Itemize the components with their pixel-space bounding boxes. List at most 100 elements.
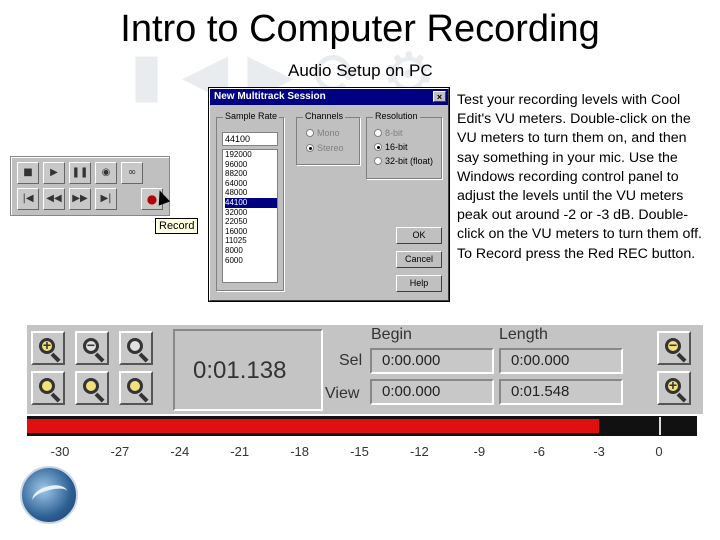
record-tooltip: Record — [155, 218, 199, 234]
transport-controls: ■ ▶ ❚❚ ◉ ∞ |◀ ◀◀ ▶▶ ▶| ● — [10, 156, 170, 216]
mono-label: Mono — [317, 128, 340, 138]
minus-glyph-icon: − — [668, 337, 678, 353]
handle-shape — [94, 352, 105, 363]
help-button[interactable]: Help — [396, 275, 442, 292]
8-bit-label: 8-bit — [385, 128, 403, 138]
radio-indicator — [374, 129, 382, 137]
sample-rate-option[interactable]: 48000 — [225, 188, 277, 198]
sel-length-field[interactable]: 0:00.000 — [499, 348, 623, 374]
channels-group: Channels — [296, 111, 360, 165]
vu-meter-tick: 0 — [655, 444, 663, 459]
time-display-panel: 0:01.138 — [173, 329, 323, 411]
zoom-in-vertical-icon[interactable]: + — [657, 371, 691, 405]
vu-meter-level — [27, 419, 600, 433]
sample-rate-option[interactable]: 6000 — [225, 256, 277, 266]
rewind-icon[interactable]: ◀◀ — [43, 188, 65, 210]
vu-meter-tick: -21 — [230, 444, 250, 459]
sample-rate-label: Sample Rate — [223, 111, 280, 121]
pause-icon[interactable]: ❚❚ — [69, 162, 91, 184]
cool-edit-logo — [20, 466, 78, 524]
handle-shape — [676, 392, 687, 403]
vu-meter-tick: -6 — [533, 444, 545, 459]
zoom-to-right-icon[interactable] — [119, 371, 153, 405]
instructions-text: Test your recording levels with Cool Edi… — [457, 92, 702, 262]
vu-meter-tick: -30 — [50, 444, 70, 459]
cancel-button[interactable]: Cancel — [396, 251, 442, 268]
vu-meter[interactable] — [27, 416, 697, 436]
plus-glyph-icon: + — [42, 337, 52, 353]
close-icon[interactable]: × — [433, 91, 446, 102]
resolution-label: Resolution — [373, 111, 420, 121]
16-bit-radio[interactable]: 16-bit — [374, 142, 408, 152]
view-label: View — [325, 385, 360, 402]
sample-rate-option[interactable]: 32000 — [225, 208, 277, 218]
vu-meter-tick: -3 — [593, 444, 605, 459]
radio-indicator — [306, 129, 314, 137]
slide-title: Intro to Computer Recording — [120, 8, 600, 50]
vu-meter-tick: -9 — [473, 444, 486, 459]
sample-rate-option[interactable]: 11025 — [225, 236, 277, 246]
zoom-in-icon[interactable]: + — [31, 331, 65, 365]
vu-meter-tick: -15 — [350, 444, 369, 459]
fast-forward-icon[interactable]: ▶▶ — [69, 188, 91, 210]
length-header: Length — [499, 326, 548, 343]
dialog-title-bar: New Multitrack Session × — [210, 89, 448, 105]
zoom-out-vertical-icon[interactable]: − — [657, 331, 691, 365]
8-bit-radio[interactable]: 8-bit — [374, 128, 403, 138]
handle-shape — [676, 352, 687, 363]
handle-shape — [50, 392, 61, 403]
begin-header: Begin — [371, 326, 412, 343]
new-multitrack-session-dialog: New Multitrack Session × Sample Rate 441… — [208, 87, 450, 302]
radio-indicator — [374, 143, 382, 151]
sample-rate-option[interactable]: 192000 — [225, 150, 277, 160]
32-bit-float-radio[interactable]: 32-bit (float) — [374, 156, 433, 166]
channels-label: Channels — [303, 111, 346, 121]
logo-swirl — [30, 481, 70, 511]
go-to-start-icon[interactable]: |◀ — [17, 188, 39, 210]
vu-meter-tick: -12 — [409, 444, 429, 459]
slide-subtitle: Audio Setup on PC — [288, 61, 433, 80]
zoom-full-icon[interactable] — [119, 331, 153, 365]
handle-shape — [138, 392, 149, 403]
mono-radio[interactable]: Mono — [306, 128, 340, 138]
sample-rate-option-selected[interactable]: 44100 — [225, 197, 277, 208]
zoom-to-left-icon[interactable] — [75, 371, 109, 405]
time-display: 0:01.138 — [193, 357, 287, 384]
stereo-radio[interactable]: Stereo — [306, 143, 344, 153]
loop-icon[interactable]: ∞ — [121, 162, 143, 184]
sample-rate-option[interactable]: 64000 — [225, 179, 277, 189]
handle-shape — [138, 352, 149, 363]
radio-indicator — [374, 157, 382, 165]
minus-glyph-icon: − — [86, 337, 96, 353]
handle-shape — [94, 392, 105, 403]
zoom-selection-icon[interactable] — [31, 371, 65, 405]
view-length-field[interactable]: 0:01.548 — [499, 379, 623, 405]
stop-icon[interactable]: ■ — [17, 162, 39, 184]
sample-rate-input[interactable]: 44100 — [222, 132, 278, 146]
play-icon[interactable]: ▶ — [43, 162, 65, 184]
sample-rate-list[interactable]: 192000 96000 88200 64000 48000 44100 320… — [222, 149, 278, 283]
sample-rate-option[interactable]: 88200 — [225, 169, 277, 179]
go-to-end-icon[interactable]: ▶| — [95, 188, 117, 210]
cool-edit-toolbar: + − 0:01.138 Begin Length Sel View 0:00.… — [27, 324, 703, 414]
plus-glyph-icon: + — [668, 377, 678, 393]
sel-label: Sel — [339, 352, 363, 369]
play-looped-icon[interactable]: ◉ — [95, 162, 117, 184]
vu-meter-tick: -27 — [110, 444, 130, 459]
32-bit-float-label: 32-bit (float) — [385, 156, 434, 166]
sample-rate-option[interactable]: 96000 — [225, 160, 277, 170]
stereo-label: Stereo — [317, 143, 344, 153]
sample-rate-option[interactable]: 16000 — [225, 227, 277, 237]
sample-rate-option[interactable]: 22050 — [225, 217, 277, 227]
dialog-title: New Multitrack Session — [214, 91, 326, 102]
zoom-out-icon[interactable]: − — [75, 331, 109, 365]
vu-meter-tick: -24 — [170, 444, 190, 459]
radio-indicator — [306, 144, 314, 152]
16-bit-label: 16-bit — [385, 142, 408, 152]
sel-begin-field[interactable]: 0:00.000 — [370, 348, 494, 374]
handle-shape — [50, 352, 61, 363]
sample-rate-option[interactable]: 8000 — [225, 246, 277, 256]
ok-button[interactable]: OK — [396, 227, 442, 244]
view-begin-field[interactable]: 0:00.000 — [370, 379, 494, 405]
vu-meter-tick: -18 — [290, 444, 309, 459]
